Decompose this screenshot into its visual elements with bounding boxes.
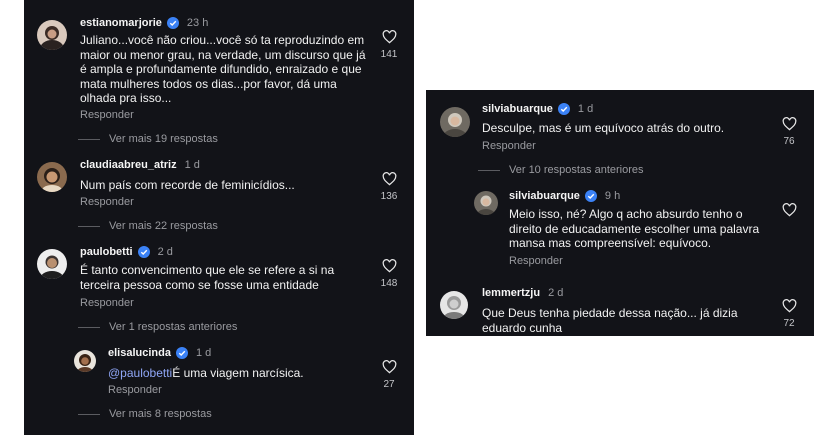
verified-badge-icon — [557, 103, 570, 115]
comment-text: Meio isso, né? Algo q acho absurdo tenho… — [509, 207, 760, 250]
comment-text: Que Deus tenha piedade dessa nação... já… — [482, 306, 738, 335]
avatar[interactable] — [37, 162, 67, 192]
username[interactable]: claudiaabreu_atriz — [80, 159, 177, 171]
reply-button[interactable]: Responder — [80, 109, 134, 121]
avatar[interactable] — [37, 249, 67, 279]
view-more-replies[interactable]: Ver mais 8 respostas — [78, 408, 212, 420]
like-count: 27 — [383, 379, 395, 390]
reply-button[interactable]: Responder — [80, 196, 134, 208]
view-more-label: Ver mais 8 respostas — [109, 408, 212, 420]
username[interactable]: paulobetti — [80, 246, 133, 258]
heart-icon — [382, 172, 396, 186]
username[interactable]: estianomarjorie — [80, 17, 162, 29]
like-count: 76 — [783, 136, 795, 147]
username[interactable]: silviabuarque — [482, 103, 553, 115]
comments-panel-right: silviabuarque 1 d Desculpe, mas é um equ… — [426, 90, 814, 336]
like-count: 136 — [380, 191, 398, 202]
like-button[interactable]: 136 — [378, 172, 400, 202]
heart-icon — [782, 117, 796, 131]
divider — [78, 413, 100, 415]
heart-icon — [382, 30, 396, 44]
verified-badge-icon — [166, 17, 179, 29]
mention-link[interactable]: @paulobetti — [108, 366, 172, 380]
username[interactable]: elisalucinda — [108, 347, 171, 359]
reply-button[interactable]: Responder — [108, 384, 162, 396]
view-more-replies[interactable]: Ver mais 22 respostas — [78, 220, 218, 232]
timestamp: 9 h — [604, 190, 621, 202]
like-count: 148 — [380, 278, 398, 289]
comment-text: Num país com recorde de feminicídios... — [80, 178, 295, 192]
timestamp: 1 d — [577, 103, 594, 115]
timestamp: 2 d — [548, 287, 564, 299]
timestamp: 2 d — [157, 246, 173, 258]
avatar[interactable] — [440, 291, 468, 319]
heart-icon — [782, 203, 796, 217]
like-button[interactable] — [778, 203, 800, 217]
view-more-label: Ver mais 19 respostas — [109, 133, 218, 145]
timestamp: 1 d — [184, 159, 200, 171]
like-button[interactable]: 27 — [378, 360, 400, 390]
comment-text: Desculpe, mas é um equívoco atrás do out… — [482, 121, 725, 135]
like-count: 141 — [380, 49, 398, 60]
view-previous-replies[interactable]: Ver 1 respostas anteriores — [78, 321, 237, 333]
view-more-label: Ver mais 22 respostas — [109, 220, 218, 232]
view-more-replies[interactable]: Ver mais 19 respostas — [78, 133, 218, 145]
reply-button[interactable]: Responder — [80, 297, 134, 309]
reply-button[interactable]: Responder — [482, 140, 536, 152]
like-button[interactable]: 76 — [778, 117, 800, 147]
avatar[interactable] — [37, 20, 67, 50]
divider — [78, 326, 100, 328]
like-button[interactable]: 141 — [378, 30, 400, 60]
reply-button[interactable]: Responder — [509, 255, 563, 267]
view-previous-replies[interactable]: Ver 10 respostas anteriores — [478, 164, 644, 176]
comment-text: Juliano...você não criou...você só ta re… — [80, 33, 366, 105]
like-button[interactable]: 148 — [378, 259, 400, 289]
like-count: 72 — [783, 318, 795, 329]
username[interactable]: lemmertzju — [482, 287, 540, 299]
view-previous-label: Ver 10 respostas anteriores — [509, 164, 644, 176]
avatar[interactable] — [474, 191, 498, 215]
divider — [78, 138, 100, 140]
username[interactable]: silviabuarque — [509, 190, 580, 202]
heart-icon — [382, 360, 396, 374]
comment-text-rest: É uma viagem narcísica. — [172, 366, 304, 380]
verified-badge-icon — [584, 190, 597, 202]
divider — [478, 169, 500, 171]
timestamp: 1 d — [195, 347, 212, 359]
comment-text: É tanto convencimento que ele se refere … — [80, 263, 335, 292]
verified-badge-icon — [137, 246, 150, 258]
like-button[interactable]: 72 — [778, 299, 800, 329]
heart-icon — [382, 259, 396, 273]
timestamp: 23 h — [186, 17, 209, 29]
divider — [78, 225, 100, 227]
avatar[interactable] — [440, 107, 470, 137]
comments-panel-left: estianomarjorie 23 h Juliano...você não … — [24, 0, 414, 435]
comment-text: @paulobettiÉ uma viagem narcísica. — [108, 366, 358, 381]
verified-badge-icon — [175, 347, 188, 359]
view-previous-label: Ver 1 respostas anteriores — [109, 321, 238, 333]
avatar[interactable] — [74, 350, 96, 372]
heart-icon — [782, 299, 796, 313]
